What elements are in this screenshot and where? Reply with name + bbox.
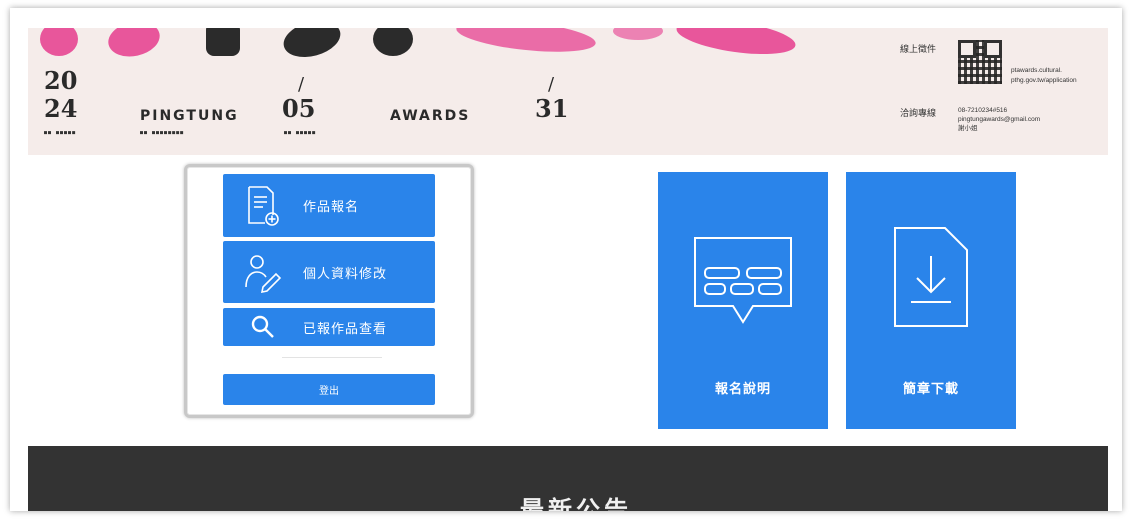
view-submitted-label: 已報作品查看 (303, 320, 388, 336)
decoration-shape (613, 28, 663, 40)
news-title: 最新公告 (520, 497, 632, 511)
day: 31 (535, 94, 569, 123)
download-file-icon (891, 227, 971, 330)
decoration-shape (674, 28, 798, 61)
year-caption: ■■ ■■■■■ (44, 130, 77, 136)
awards-word: AWARDS (390, 108, 471, 124)
decoration-shape (373, 28, 413, 56)
form-add-icon (223, 185, 303, 227)
register-work-button[interactable]: 作品報名 (223, 174, 435, 237)
contact-phone: 08-7210234#516 (958, 107, 1008, 114)
brochure-download-label: 簡章下載 (902, 381, 959, 396)
brochure-download-tile[interactable]: 簡章下載 (846, 172, 1016, 429)
contact-email: pingtungawards@gmail.com (958, 116, 1041, 123)
view-submitted-button[interactable]: 已報作品查看 (223, 308, 435, 346)
news-section: 最新公告 (28, 446, 1108, 511)
banner: 20 24 ■■ ■■■■■ PINGTUNG ■■ ■■■■■■■■ / 05… (28, 28, 1108, 155)
decoration-shape (206, 28, 240, 56)
qr-code-icon (958, 40, 1002, 84)
edit-profile-button[interactable]: 個人資料修改 (223, 241, 435, 303)
divider (282, 357, 382, 358)
contact-name: 謝小姐 (958, 125, 978, 132)
online-url-1: ptawards.cultural. (1011, 67, 1062, 74)
page-frame: 20 24 ■■ ■■■■■ PINGTUNG ■■ ■■■■■■■■ / 05… (10, 8, 1122, 511)
registration-guide-tile[interactable]: 報名說明 (658, 172, 828, 429)
month: 05 (282, 94, 316, 123)
pingtung-word: PINGTUNG (140, 108, 239, 124)
slash-day: / (548, 74, 555, 95)
message-board-icon (691, 230, 795, 330)
registration-guide-label: 報名說明 (714, 381, 771, 396)
contact-label: 洽詢專線 (900, 108, 937, 118)
decoration-shape (279, 28, 345, 63)
decoration-shape (454, 28, 598, 58)
search-icon (223, 314, 303, 340)
logout-button[interactable]: 登出 (223, 374, 435, 405)
pingtung-caption: ■■ ■■■■■■■■ (140, 130, 185, 136)
month-caption: ■■ ■■■■■ (284, 130, 317, 136)
decoration-shape (40, 28, 78, 56)
online-url-2: pthg.gov.tw/application (1011, 77, 1077, 84)
slash-month: / (298, 74, 305, 95)
edit-profile-label: 個人資料修改 (303, 265, 388, 281)
register-work-label: 作品報名 (303, 199, 360, 214)
user-edit-icon (223, 251, 303, 293)
year-bottom: 24 (44, 94, 78, 123)
member-panel: 作品報名 個人資料修改 已報作品查看 登出 (184, 164, 474, 418)
year-top: 20 (44, 66, 78, 95)
online-label: 線上徵件 (900, 44, 937, 54)
decoration-shape (105, 28, 163, 62)
